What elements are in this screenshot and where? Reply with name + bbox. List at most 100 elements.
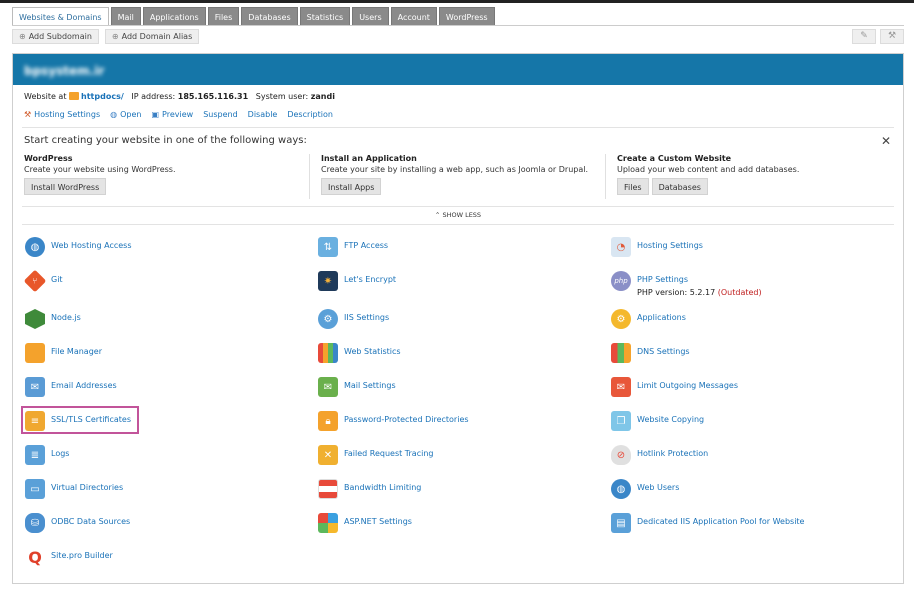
php-settings-text: PHP Settings PHP version: 5.2.17 (Outdat… (637, 275, 762, 297)
tool-label: Mail Settings (344, 381, 396, 390)
option-divider (605, 154, 606, 199)
tool-label: Dedicated IIS Application Pool for Websi… (637, 517, 805, 526)
tool-label: IIS Settings (344, 313, 390, 322)
tool-label: Website Copying (637, 415, 705, 424)
tool-label: Site.pro Builder (51, 551, 113, 560)
option-divider (309, 154, 310, 199)
nodejs-icon (25, 309, 45, 329)
tool-mail-settings[interactable]: ✉ Mail Settings (318, 377, 396, 397)
tab-wordpress[interactable]: WordPress (438, 7, 495, 26)
tab-statistics[interactable]: Statistics (299, 7, 351, 26)
tab-mail[interactable]: Mail (110, 7, 141, 26)
website-at-label: Website at (24, 92, 67, 101)
open-link[interactable]: ◍ Open (110, 110, 141, 119)
add-domain-alias-label: Add Domain Alias (121, 32, 193, 41)
app-pool-icon: ▤ (611, 513, 631, 533)
tool-label: Web Users (637, 483, 680, 492)
alias-icon: ⊕ (111, 32, 119, 41)
tool-file-manager[interactable]: File Manager (25, 343, 102, 363)
locked-folder-icon: 🔒︎ (318, 411, 338, 431)
sitepro-icon: Q (25, 547, 45, 567)
tool-web-users[interactable]: ◍ Web Users (611, 479, 680, 499)
disable-link[interactable]: Disable (248, 110, 278, 119)
barrier-icon (318, 479, 338, 499)
globe-user-icon: ◍ (25, 237, 45, 257)
databases-button[interactable]: Databases (651, 178, 708, 195)
git-icon: ⑂ (23, 269, 47, 293)
suspend-link[interactable]: Suspend (203, 110, 237, 119)
tool-lets-encrypt[interactable]: ✷ Let's Encrypt (318, 271, 396, 291)
hosting-settings-label: Hosting Settings (34, 110, 101, 119)
tool-virtual-directories[interactable]: ▭ Virtual Directories (25, 479, 123, 499)
description-link[interactable]: Description (287, 110, 333, 119)
close-icon[interactable]: ✕ (881, 134, 891, 148)
tool-hotlink-protection[interactable]: ⊘ Hotlink Protection (611, 445, 708, 465)
tool-web-hosting-access[interactable]: ◍ Web Hosting Access (25, 237, 132, 257)
tool-password-protected-directories[interactable]: 🔒︎ Password-Protected Directories (318, 411, 469, 431)
tool-label: Bandwidth Limiting (344, 483, 422, 492)
tool-dns-settings[interactable]: DNS Settings (611, 343, 690, 363)
tool-hosting-settings[interactable]: ◔ Hosting Settings (611, 237, 703, 257)
tool-aspnet-settings[interactable]: ASP.NET Settings (318, 513, 412, 533)
install-apps-button[interactable]: Install Apps (321, 178, 382, 195)
tracing-icon: ✕ (318, 445, 338, 465)
chevron-up-icon: ⌃ (434, 211, 441, 219)
divider (22, 127, 894, 128)
tab-files[interactable]: Files (207, 7, 240, 26)
tool-website-copying[interactable]: ❐ Website Copying (611, 411, 705, 431)
flags-icon (611, 343, 631, 363)
folder-icon (25, 343, 45, 363)
option-install-app-desc: Create your site by installing a web app… (321, 165, 589, 174)
option-wordpress: WordPress Create your website using Word… (24, 154, 314, 195)
domain-actions: ⚒ Hosting Settings ◍ Open ▣ Preview Susp… (24, 110, 333, 119)
tab-databases[interactable]: Databases (241, 7, 298, 26)
tool-label: Password-Protected Directories (344, 415, 469, 424)
tab-users[interactable]: Users (352, 7, 389, 26)
install-wordpress-button[interactable]: Install WordPress (24, 178, 107, 195)
tool-dedicated-iis-pool[interactable]: ▤ Dedicated IIS Application Pool for Web… (611, 513, 805, 533)
preview-icon: ▣ (151, 110, 160, 119)
add-subdomain-button[interactable]: ⊕ Add Subdomain (12, 29, 99, 44)
tool-sitepro-builder[interactable]: Q Site.pro Builder (25, 547, 113, 567)
show-less-toggle[interactable]: ⌃ SHOW LESS (13, 211, 903, 219)
website-info: Website at httpdocs/ IP address: 185.165… (24, 92, 335, 101)
tool-buttons: ✎ ⚒ (852, 29, 904, 44)
tab-applications[interactable]: Applications (142, 7, 206, 26)
httpdocs-link[interactable]: httpdocs/ (81, 92, 124, 101)
tool-limit-outgoing-messages[interactable]: ✉ Limit Outgoing Messages (611, 377, 738, 397)
tool-php-settings[interactable]: php PHP Settings PHP version: 5.2.17 (Ou… (611, 271, 762, 297)
add-domain-alias-button[interactable]: ⊕ Add Domain Alias (104, 29, 200, 44)
divider (22, 206, 894, 207)
pin-icon[interactable]: ✎ (852, 29, 876, 44)
main-tabs: Websites & Domains Mail Applications Fil… (12, 7, 497, 26)
tool-email-addresses[interactable]: ✉ Email Addresses (25, 377, 117, 397)
logs-icon: ≣ (25, 445, 45, 465)
hosting-settings-link[interactable]: ⚒ Hosting Settings (24, 110, 100, 119)
web-users-icon: ◍ (611, 479, 631, 499)
preview-link[interactable]: ▣ Preview (151, 110, 193, 119)
wrench-icon[interactable]: ⚒ (880, 29, 904, 44)
tool-applications[interactable]: ⚙ Applications (611, 309, 686, 329)
tool-label: Limit Outgoing Messages (637, 381, 738, 390)
domain-name: bpsystem.ir (24, 64, 105, 78)
tab-websites-domains[interactable]: Websites & Domains (12, 7, 109, 26)
start-heading: Start creating your website in one of th… (24, 135, 307, 146)
tool-logs[interactable]: ≣ Logs (25, 445, 69, 465)
files-button[interactable]: Files (617, 178, 649, 195)
tool-bandwidth-limiting[interactable]: Bandwidth Limiting (318, 479, 422, 499)
tab-account[interactable]: Account (390, 7, 437, 26)
tool-web-statistics[interactable]: Web Statistics (318, 343, 401, 363)
tool-label: FTP Access (344, 241, 389, 250)
tool-ftp-access[interactable]: ⇅ FTP Access (318, 237, 389, 257)
tool-nodejs[interactable]: Node.js (25, 309, 81, 329)
tool-failed-request-tracing[interactable]: ✕ Failed Request Tracing (318, 445, 433, 465)
option-wordpress-title: WordPress (24, 154, 73, 163)
suspend-label: Suspend (203, 110, 238, 119)
system-user-value: zandi (310, 92, 335, 101)
tool-git[interactable]: ⑂ Git (23, 269, 63, 293)
option-install-app-title: Install an Application (321, 154, 417, 163)
tool-label: Hosting Settings (637, 241, 703, 250)
tool-odbc-data-sources[interactable]: ⛁ ODBC Data Sources (25, 513, 130, 533)
copy-icon: ❐ (611, 411, 631, 431)
tool-iis-settings[interactable]: ⚙ IIS Settings (318, 309, 390, 329)
